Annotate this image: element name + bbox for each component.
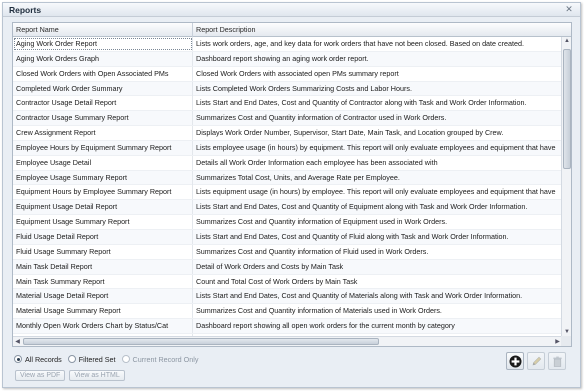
- table-row[interactable]: Completed Work Order Summary Lists Comple…: [13, 81, 562, 97]
- table-row[interactable]: Fluid Usage Detail Report Lists Start and…: [13, 229, 562, 245]
- scroll-left-icon[interactable]: ◀: [13, 337, 22, 346]
- add-icon: [509, 355, 521, 367]
- scrollbar-corner: [561, 336, 571, 346]
- report-description-cell[interactable]: Lists Start and End Dates, Cost and Quan…: [193, 200, 562, 214]
- report-name-cell[interactable]: Contractor Usage Summary Report: [13, 111, 193, 126]
- report-description-cell[interactable]: Lists Completed Work Orders Summarizing …: [193, 82, 562, 96]
- current-record-only-radio[interactable]: [121, 355, 130, 363]
- table-row[interactable]: Equipment Usage Detail Report Lists Start…: [13, 200, 562, 216]
- all-records-label: All Records: [25, 354, 62, 364]
- current-record-only-label: Current Record Only: [132, 354, 199, 364]
- report-name-cell[interactable]: Main Task Detail Report: [13, 259, 193, 274]
- report-description-cell[interactable]: Lists Start and End Dates, Cost and Quan…: [193, 289, 562, 303]
- report-description-cell[interactable]: Detail of Work Orders and Costs by Main …: [193, 260, 562, 274]
- table-row[interactable]: Equipment Hours by Employee Summary Repo…: [13, 185, 562, 201]
- close-icon[interactable]: ✕: [564, 4, 574, 14]
- report-description-cell[interactable]: Displays Work Order Number, Supervisor, …: [193, 126, 562, 140]
- column-header-report-description[interactable]: Report Description: [193, 23, 562, 37]
- horizontal-scrollbar[interactable]: ◀ ▶: [13, 336, 562, 346]
- vertical-scroll-thumb[interactable]: [563, 49, 571, 169]
- report-description-cell[interactable]: Lists employee usage (in hours) by equip…: [193, 141, 562, 155]
- table-row[interactable]: Monthly Open Work Orders Chart by Status…: [13, 319, 562, 334]
- report-name-cell[interactable]: Aging Work Order Report: [13, 37, 193, 51]
- report-name-cell[interactable]: Aging Work Orders Graph: [13, 51, 193, 66]
- report-description-cell[interactable]: Details all Work Order Information each …: [193, 156, 562, 170]
- report-name-cell[interactable]: Employee Hours by Equipment Summary Repo…: [13, 140, 193, 155]
- table-row[interactable]: Fluid Usage Summary Report Summarizes Cos…: [13, 244, 562, 260]
- table-row[interactable]: Contractor Usage Detail Report Lists Star…: [13, 96, 562, 112]
- report-description-cell[interactable]: Count and Total Cost of Work Orders by M…: [193, 275, 562, 289]
- toolbar-buttons: [506, 352, 569, 370]
- all-records-radio[interactable]: [14, 355, 22, 363]
- report-name-cell[interactable]: Fluid Usage Summary Report: [13, 244, 193, 259]
- title-bar: Reports ✕: [3, 3, 580, 17]
- scroll-up-icon[interactable]: ▲: [562, 37, 571, 46]
- report-name-cell[interactable]: Material Usage Summary Report: [13, 304, 193, 319]
- table-row[interactable]: Closed Work Orders with Open Associated …: [13, 66, 562, 82]
- reports-window: Reports ✕ Report Name Report Description…: [2, 2, 581, 388]
- report-description-cell[interactable]: Summarizes Cost and Quantity information…: [193, 111, 562, 125]
- grid-header: Report Name Report Description: [13, 23, 571, 37]
- report-name-cell[interactable]: Closed Work Orders with Open Associated …: [13, 66, 193, 81]
- report-name-cell[interactable]: Monthly Open Work Orders Chart by Status…: [13, 319, 193, 334]
- table-row[interactable]: Main Task Summary Report Count and Total …: [13, 274, 562, 290]
- table-row[interactable]: Material Usage Detail Report Lists Start …: [13, 289, 562, 305]
- table-row[interactable]: Employee Hours by Equipment Summary Repo…: [13, 140, 562, 156]
- report-name-cell[interactable]: Crew Assignment Report: [13, 126, 193, 141]
- column-header-report-name[interactable]: Report Name: [13, 23, 193, 37]
- grid-rows: Aging Work Order Report Lists work orders…: [13, 37, 562, 337]
- report-description-cell[interactable]: Lists Start and End Dates, Cost and Quan…: [193, 96, 562, 110]
- table-row[interactable]: Contractor Usage Summary Report Summarize…: [13, 111, 562, 127]
- delete-icon: [552, 356, 562, 367]
- record-scope-options: All Records Filtered Set Current Record …: [14, 353, 204, 365]
- edit-report-button[interactable]: [527, 352, 545, 370]
- table-row[interactable]: Material Usage Summary Report Summarizes …: [13, 304, 562, 320]
- table-row[interactable]: Employee Usage Summary Report Summarizes …: [13, 170, 562, 186]
- add-report-button[interactable]: [506, 352, 524, 370]
- view-as-html-button[interactable]: View as HTML: [69, 370, 125, 381]
- report-description-cell[interactable]: Summarizes Cost and Quantity information…: [193, 245, 562, 259]
- reports-grid: Report Name Report Description Aging Wor…: [12, 22, 572, 347]
- view-as-pdf-button[interactable]: View as PDF: [15, 370, 66, 381]
- report-name-cell[interactable]: Employee Usage Detail: [13, 155, 193, 170]
- report-name-cell[interactable]: Equipment Usage Summary Report: [13, 215, 193, 230]
- filtered-set-label: Filtered Set: [78, 354, 116, 364]
- edit-icon: [532, 356, 541, 365]
- report-name-cell[interactable]: Employee Usage Summary Report: [13, 170, 193, 185]
- horizontal-scroll-thumb[interactable]: [23, 338, 379, 345]
- report-description-cell[interactable]: Summarizes Cost and Quantity information…: [193, 215, 562, 229]
- report-name-cell[interactable]: Fluid Usage Detail Report: [13, 229, 193, 244]
- table-row[interactable]: Main Task Detail Report Detail of Work Or…: [13, 259, 562, 275]
- report-description-cell[interactable]: Lists equipment usage (in hours) by empl…: [193, 185, 562, 199]
- report-description-cell[interactable]: Summarizes Cost and Quantity information…: [193, 304, 562, 318]
- report-description-cell[interactable]: Dashboard report showing an aging work o…: [193, 52, 562, 66]
- delete-report-button[interactable]: [548, 352, 566, 370]
- vertical-scrollbar[interactable]: ▲ ▼: [561, 37, 571, 337]
- report-name-cell[interactable]: Equipment Hours by Employee Summary Repo…: [13, 185, 193, 200]
- current-record-only-option[interactable]: Current Record Only: [121, 354, 199, 364]
- report-description-cell[interactable]: Lists Start and End Dates, Cost and Quan…: [193, 230, 562, 244]
- report-name-cell[interactable]: Contractor Usage Detail Report: [13, 96, 193, 111]
- table-row[interactable]: Employee Usage Detail Details all Work Or…: [13, 155, 562, 171]
- window-title: Reports: [9, 5, 42, 15]
- table-row[interactable]: Equipment Usage Summary Report Summarizes…: [13, 215, 562, 230]
- report-description-cell[interactable]: Lists work orders, age, and key data for…: [193, 37, 562, 51]
- view-buttons: View as PDF View as HTML: [15, 370, 129, 381]
- table-row[interactable]: Aging Work Orders Graph Dashboard report …: [13, 51, 562, 67]
- filtered-set-option[interactable]: Filtered Set: [67, 354, 116, 364]
- report-description-cell[interactable]: Dashboard report showing all open work o…: [193, 319, 562, 333]
- report-description-cell[interactable]: Closed Work Orders with associated open …: [193, 67, 562, 81]
- table-row[interactable]: Crew Assignment Report Displays Work Orde…: [13, 126, 562, 141]
- all-records-option[interactable]: All Records: [14, 355, 62, 364]
- report-name-cell[interactable]: Material Usage Detail Report: [13, 289, 193, 304]
- report-name-cell[interactable]: Equipment Usage Detail Report: [13, 200, 193, 215]
- report-name-cell[interactable]: Completed Work Order Summary: [13, 81, 193, 96]
- filtered-set-radio[interactable]: [67, 355, 76, 363]
- report-description-cell[interactable]: Summarizes Total Cost, Units, and Averag…: [193, 171, 562, 185]
- table-row[interactable]: Aging Work Order Report Lists work orders…: [13, 37, 562, 52]
- report-name-cell[interactable]: Main Task Summary Report: [13, 274, 193, 289]
